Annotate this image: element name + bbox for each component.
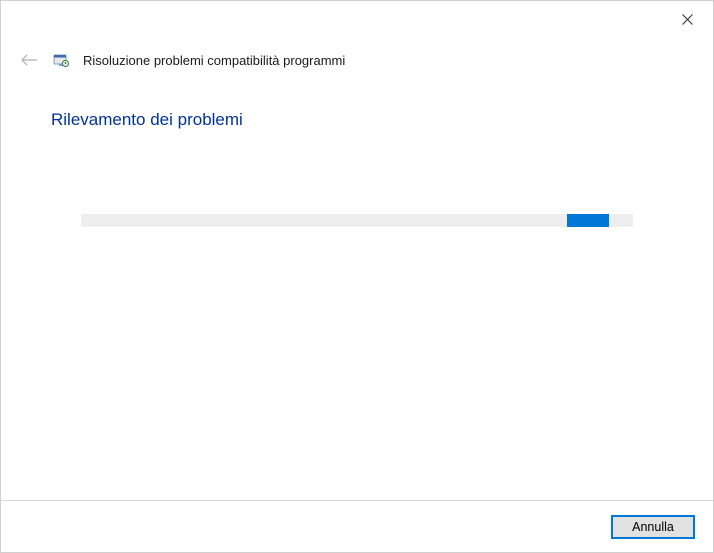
cancel-button[interactable]: Annulla bbox=[611, 515, 695, 539]
close-icon bbox=[682, 14, 693, 25]
header-row: Risoluzione problemi compatibilità progr… bbox=[1, 36, 713, 70]
troubleshoot-icon bbox=[53, 52, 69, 68]
section-heading: Rilevamento dei problemi bbox=[51, 110, 663, 130]
progress-indicator bbox=[567, 214, 609, 227]
footer: Annulla bbox=[1, 500, 713, 552]
titlebar bbox=[1, 1, 713, 36]
wizard-title: Risoluzione problemi compatibilità progr… bbox=[83, 53, 345, 68]
back-arrow-icon bbox=[20, 53, 38, 67]
progress-container bbox=[51, 214, 663, 227]
back-button bbox=[19, 50, 39, 70]
progress-bar bbox=[81, 214, 633, 227]
close-button[interactable] bbox=[673, 9, 701, 29]
content-area: Rilevamento dei problemi bbox=[1, 70, 713, 227]
